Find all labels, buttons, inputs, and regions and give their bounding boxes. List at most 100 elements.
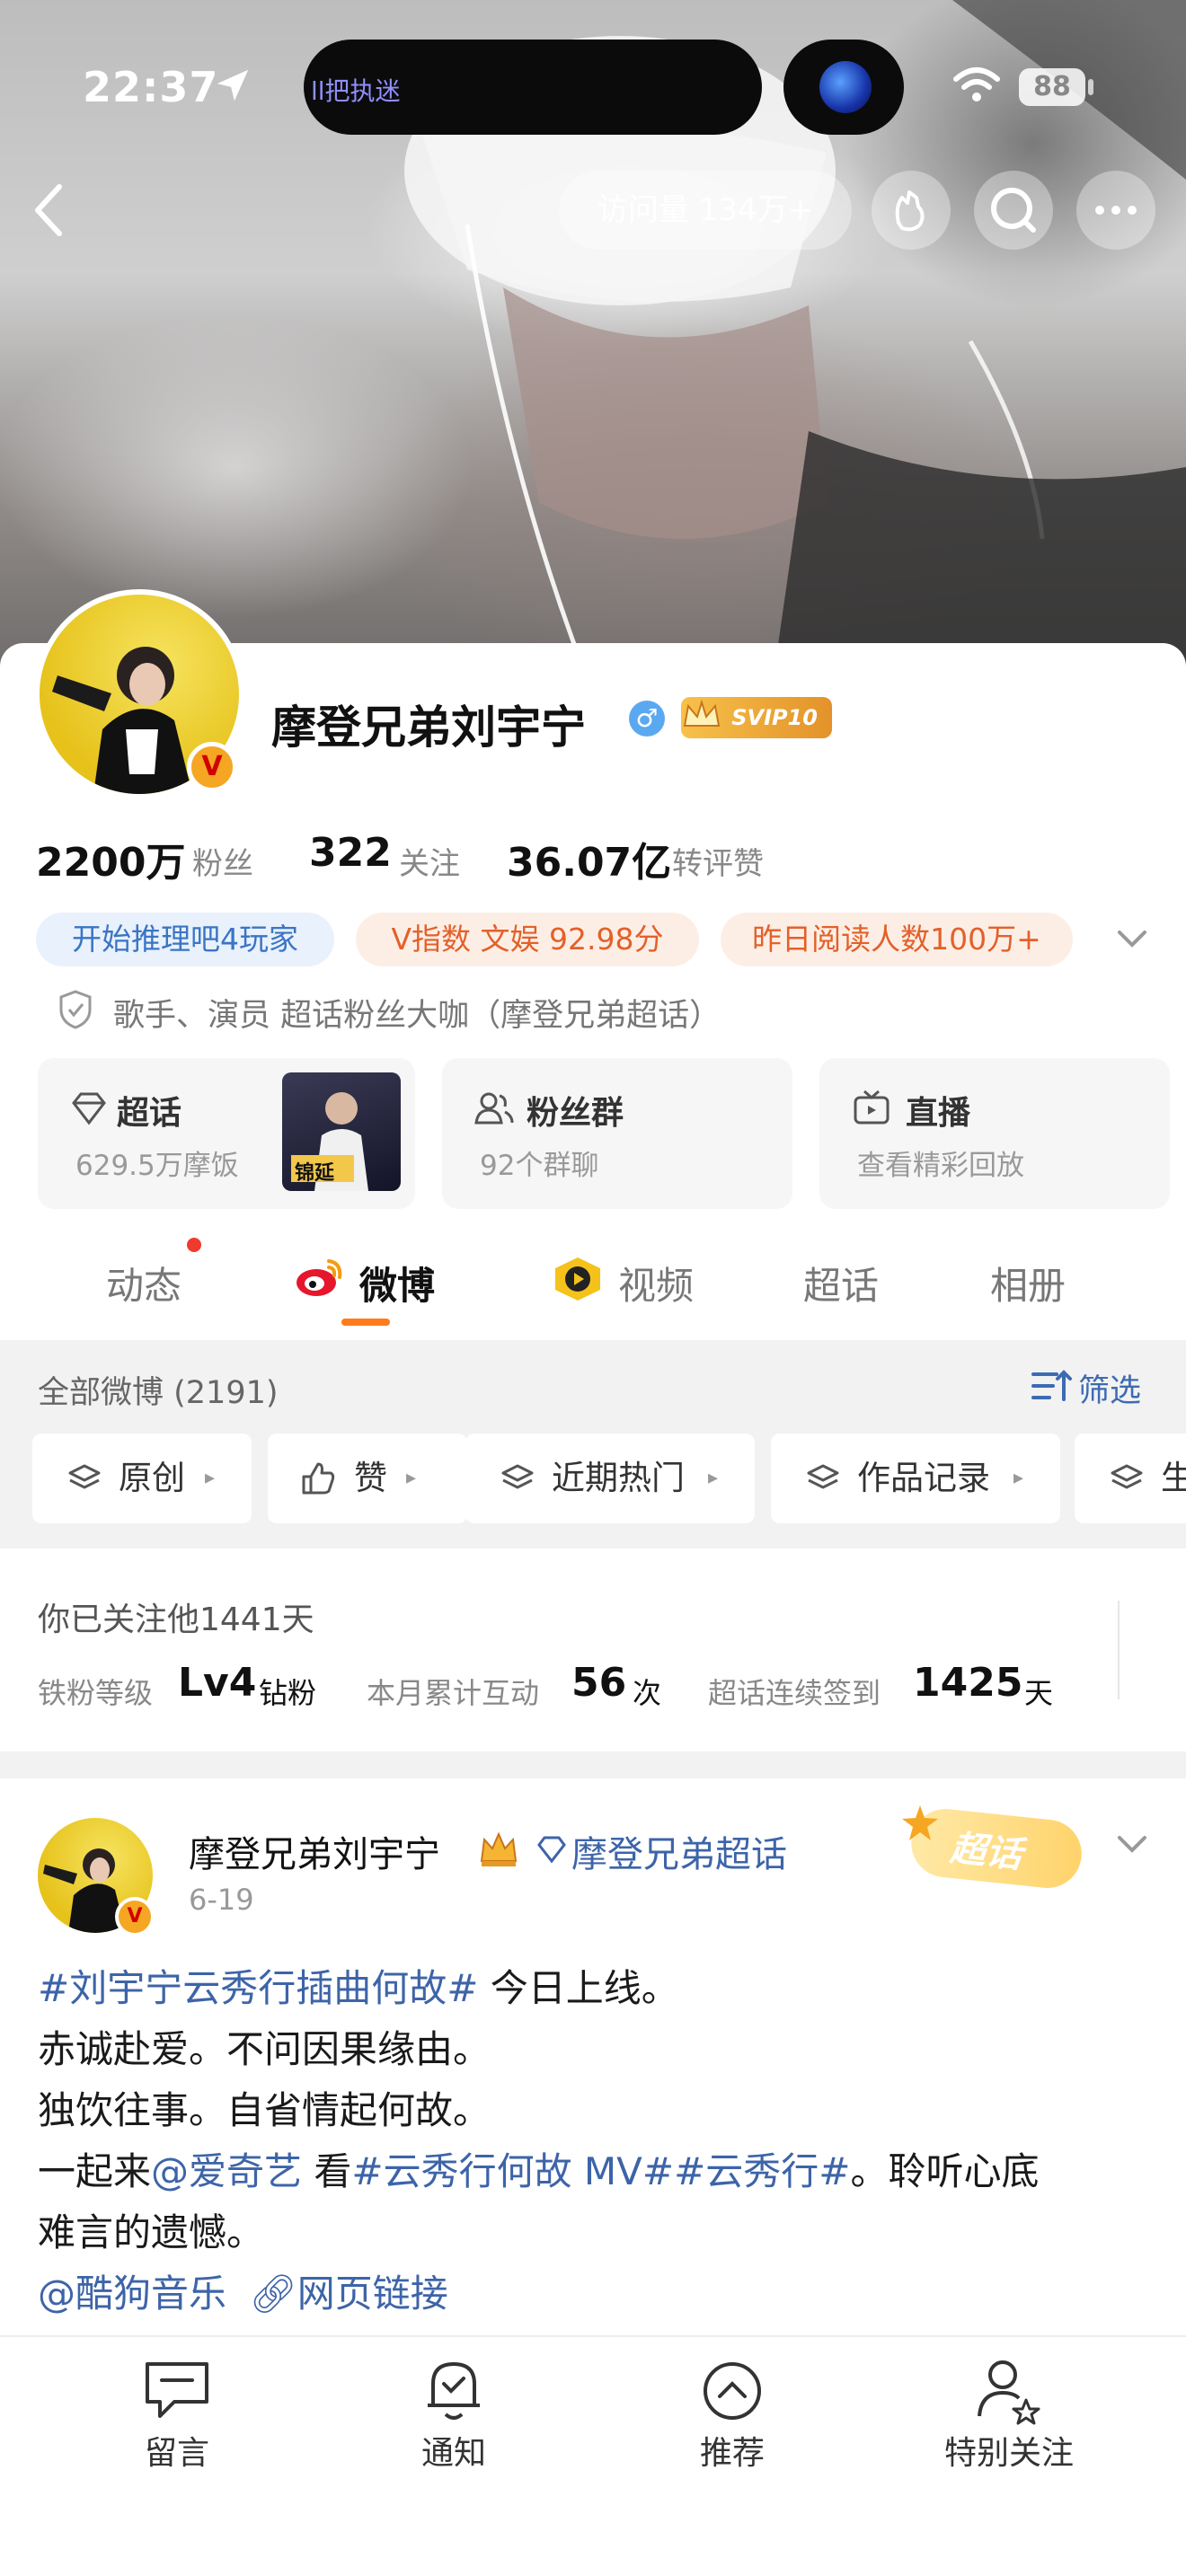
tab-activity[interactable]: 动态 xyxy=(106,1256,181,1310)
island-text: ll把执迷 xyxy=(311,76,401,106)
filter-icon xyxy=(1031,1370,1072,1401)
chip-works[interactable]: 作品记录 ▸ xyxy=(771,1434,1060,1523)
interact-value: 56 xyxy=(571,1660,627,1706)
post-line-1: #刘宇宁云秀行插曲何故# 今日上线。 xyxy=(38,1958,679,2019)
chip-hot-label: 近期热门 xyxy=(552,1459,685,1497)
chip-original[interactable]: 原创 ▸ xyxy=(32,1434,252,1523)
tab-video[interactable]: 视频 xyxy=(618,1256,694,1310)
follow-info-card[interactable] xyxy=(0,1548,1186,1751)
fan-level-label: 铁粉等级 xyxy=(38,1676,154,1710)
supertopic-thumbnail: 锦延 xyxy=(282,1072,401,1191)
signin-label: 超话连续签到 xyxy=(708,1676,881,1710)
battery-indicator: 88 xyxy=(1019,68,1085,106)
special-follow-button[interactable] xyxy=(967,2353,1051,2427)
back-icon[interactable] xyxy=(27,181,72,239)
chip-more-label: 生 xyxy=(1161,1459,1186,1497)
caret-right-icon: ▸ xyxy=(1013,1467,1024,1489)
fan-level-suffix: 钻粉 xyxy=(259,1676,317,1710)
live-sub: 查看精彩回放 xyxy=(857,1150,1024,1182)
caret-right-icon: ▸ xyxy=(708,1467,719,1489)
tag-v-index[interactable]: V指数 文娱 92.98分 xyxy=(356,913,699,966)
message-icon xyxy=(146,2362,208,2418)
bell-check-icon xyxy=(428,2362,480,2420)
fan-group-sub: 92个群聊 xyxy=(480,1150,599,1182)
following-count[interactable]: 322 xyxy=(309,830,392,876)
tab-weibo[interactable]: 微博 xyxy=(359,1256,435,1310)
recommend-label[interactable]: 推荐 xyxy=(672,2427,792,2474)
arrow-up-circle-icon xyxy=(704,2362,761,2420)
user-star-icon xyxy=(978,2360,1040,2425)
interact-label: 本月累计互动 xyxy=(367,1676,540,1710)
mention-iqiyi[interactable]: @爱奇艺 xyxy=(151,2149,302,2193)
chevron-down-icon[interactable] xyxy=(1112,1827,1152,1863)
diamond-icon xyxy=(72,1092,106,1125)
chip-hot[interactable]: 近期热门 ▸ xyxy=(465,1434,755,1523)
supertopic-sub: 629.5万摩饭 xyxy=(75,1150,239,1182)
notify-label[interactable]: 通知 xyxy=(394,2427,514,2474)
post-hashtags[interactable]: #云秀行何故 MV##云秀行# xyxy=(351,2149,850,2193)
post-line-2: 赤诚赴爱。不问因果缘由。 xyxy=(38,2027,491,2071)
gender-male-icon: ♂ xyxy=(629,701,665,737)
post-topic-link[interactable]: 摩登兄弟超话 xyxy=(571,1825,787,1877)
layers-icon xyxy=(68,1464,101,1489)
interact-suffix: 次 xyxy=(633,1676,662,1710)
supertopic-title: 超话 xyxy=(117,1095,182,1132)
visit-count-pill[interactable]: 访问量 134万+ xyxy=(559,171,852,250)
tag-readers[interactable]: 昨日阅读人数100万+ xyxy=(721,913,1073,966)
web-link[interactable]: 网页链接 xyxy=(297,2272,448,2316)
comment-label[interactable]: 留言 xyxy=(135,2427,219,2474)
chip-more[interactable]: 生 xyxy=(1075,1434,1186,1523)
thumbnail-text: 锦延 xyxy=(295,1162,335,1185)
mention-kugou[interactable]: @酷狗音乐 xyxy=(38,2272,226,2316)
live-title: 直播 xyxy=(906,1095,971,1132)
crown-badge-icon xyxy=(480,1831,518,1866)
followers-label: 粉丝 xyxy=(192,846,253,882)
crown-icon xyxy=(683,699,721,727)
thumbs-up-icon xyxy=(302,1462,335,1495)
notify-button[interactable] xyxy=(412,2353,496,2427)
chevron-down-icon[interactable] xyxy=(1112,922,1152,957)
more-button[interactable] xyxy=(1076,171,1155,250)
post-line-4-b: 看 xyxy=(302,2149,352,2193)
followers-count[interactable]: 2200万 xyxy=(36,830,185,887)
supertopic-sticker-text: 超话 xyxy=(948,1827,1024,1876)
post-line-4-a: 一起来 xyxy=(38,2149,152,2193)
comment-button[interactable] xyxy=(135,2355,219,2427)
more-dots-icon xyxy=(1095,206,1137,215)
fan-group-box[interactable]: 粉丝群 92个群聊 xyxy=(442,1058,792,1209)
verified-badge: V xyxy=(187,742,237,792)
special-follow-label[interactable]: 特别关注 xyxy=(924,2427,1094,2474)
search-button[interactable] xyxy=(974,171,1053,250)
group-icon xyxy=(474,1092,514,1125)
location-arrow-icon xyxy=(217,69,249,101)
recommend-button[interactable] xyxy=(690,2355,774,2427)
caret-right-icon: ▸ xyxy=(205,1467,216,1489)
interactions-count[interactable]: 36.07亿 xyxy=(507,830,671,887)
post-line-6: @酷狗音乐 🔗︎网页链接 xyxy=(38,2263,448,2325)
post-date: 6-19 xyxy=(189,1883,254,1917)
tab-active-indicator xyxy=(341,1319,390,1326)
search-icon xyxy=(991,188,1036,233)
chip-original-label: 原创 xyxy=(119,1459,185,1497)
weibo-logo-icon xyxy=(296,1259,342,1296)
post-line-1-text: 今日上线。 xyxy=(478,1966,679,2010)
chip-likes[interactable]: 赞 ▸ xyxy=(268,1434,467,1523)
signin-suffix: 天 xyxy=(1024,1676,1054,1710)
tag-game[interactable]: 开始推理吧4玩家 xyxy=(36,913,334,966)
filter-button[interactable]: 筛选 xyxy=(1078,1365,1141,1411)
wifi-icon xyxy=(953,67,1000,101)
post-line-3: 独饮往事。自省情起何故。 xyxy=(38,2088,491,2132)
tab-supertopic[interactable]: 超话 xyxy=(803,1256,879,1310)
follow-days: 你已关注他1441天 xyxy=(38,1601,314,1638)
cheer-button[interactable] xyxy=(872,171,951,250)
live-box[interactable]: 直播 查看精彩回放 xyxy=(819,1058,1170,1209)
post-author[interactable]: 摩登兄弟刘宇宁 xyxy=(189,1825,440,1877)
tab-album[interactable]: 相册 xyxy=(990,1256,1066,1310)
profile-description: 歌手、演员 超话粉丝大咖（摩登兄弟超话） xyxy=(113,998,721,1034)
post-hashtag[interactable]: #刘宇宁云秀行插曲何故# xyxy=(38,1966,478,2010)
layers-icon xyxy=(807,1464,839,1489)
supertopic-box[interactable]: 超话 629.5万摩饭 锦延 xyxy=(38,1058,415,1209)
post-line-4-c: 。聆听心底 xyxy=(850,2149,1040,2193)
layers-icon xyxy=(501,1464,534,1489)
clap-hand-icon xyxy=(895,190,925,232)
